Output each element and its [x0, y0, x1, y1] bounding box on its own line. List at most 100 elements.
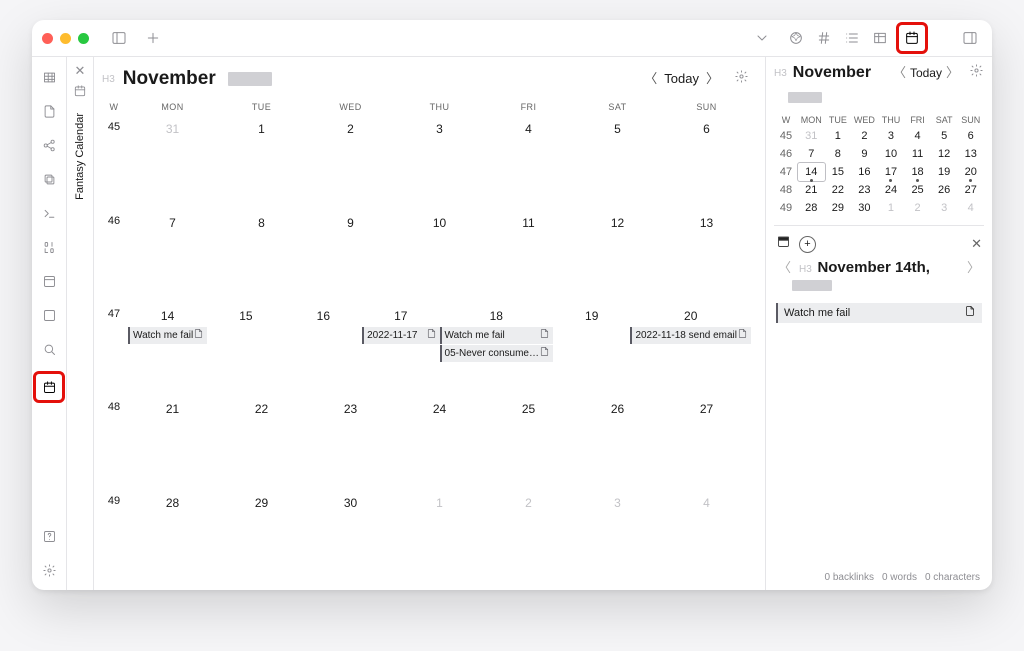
day-cell[interactable]: 19: [553, 303, 630, 395]
mini-day-cell[interactable]: 26: [931, 181, 958, 199]
detail-prev-button[interactable]: 〈: [776, 260, 793, 277]
mini-day-cell[interactable]: 1: [878, 199, 905, 217]
day-cell[interactable]: 11: [484, 210, 573, 302]
rail-file-icon[interactable]: [37, 99, 61, 123]
day-cell[interactable]: 8: [217, 210, 306, 302]
day-cell[interactable]: 22: [217, 396, 306, 488]
day-cell[interactable]: 14Watch me fail: [128, 303, 207, 395]
mini-day-cell[interactable]: 27: [957, 181, 984, 199]
day-cell[interactable]: 2: [484, 490, 573, 582]
close-window-button[interactable]: [42, 33, 53, 44]
next-period-button[interactable]: 〉: [703, 71, 722, 88]
day-cell[interactable]: 3: [573, 490, 662, 582]
mini-day-cell[interactable]: 3: [878, 127, 905, 145]
mini-day-cell[interactable]: 2: [904, 199, 931, 217]
detail-next-button[interactable]: 〉: [965, 260, 982, 277]
mini-day-cell[interactable]: 7: [798, 145, 825, 163]
minimize-window-button[interactable]: [60, 33, 71, 44]
mini-settings-icon[interactable]: [969, 63, 984, 83]
mini-day-cell[interactable]: 11: [904, 145, 931, 163]
day-cell[interactable]: 15: [207, 303, 284, 395]
rail-terminal-icon[interactable]: [37, 201, 61, 225]
day-cell[interactable]: 5: [573, 116, 662, 208]
day-cell[interactable]: 23: [306, 396, 395, 488]
zoom-window-button[interactable]: [78, 33, 89, 44]
day-cell[interactable]: 202022-11-18 send email: [630, 303, 751, 395]
mini-day-cell[interactable]: 14: [798, 163, 825, 181]
day-cell[interactable]: 24: [395, 396, 484, 488]
calendar-event[interactable]: 05-Never consume…: [440, 345, 553, 362]
mini-day-cell[interactable]: 4: [904, 127, 931, 145]
mini-day-cell[interactable]: 29: [825, 199, 852, 217]
mini-day-cell[interactable]: 30: [851, 199, 878, 217]
day-cell[interactable]: 6: [662, 116, 751, 208]
mini-day-cell[interactable]: 8: [825, 145, 852, 163]
sidebar-toggle-icon[interactable]: [107, 26, 131, 50]
mini-day-cell[interactable]: 4: [957, 199, 984, 217]
rail-panel-icon[interactable]: [37, 303, 61, 327]
rail-layout-icon[interactable]: [37, 269, 61, 293]
day-cell[interactable]: 25: [484, 396, 573, 488]
mini-day-cell[interactable]: 12: [931, 145, 958, 163]
mini-day-cell[interactable]: 25: [904, 181, 931, 199]
mini-day-cell[interactable]: 28: [798, 199, 825, 217]
mini-day-cell[interactable]: 13: [957, 145, 984, 163]
mini-prev-button[interactable]: 〈: [893, 65, 906, 82]
day-cell[interactable]: 4: [662, 490, 751, 582]
day-cell[interactable]: 18Watch me fail05-Never consume…: [440, 303, 553, 395]
mini-day-cell[interactable]: 1: [825, 127, 852, 145]
calendar-event[interactable]: Watch me fail: [440, 327, 553, 344]
mini-day-cell[interactable]: 9: [851, 145, 878, 163]
mini-day-cell[interactable]: 3: [931, 199, 958, 217]
mini-day-cell[interactable]: 10: [878, 145, 905, 163]
day-cell[interactable]: 4: [484, 116, 573, 208]
rail-copy-icon[interactable]: [37, 167, 61, 191]
compass-icon[interactable]: [784, 26, 808, 50]
mini-day-cell[interactable]: 22: [825, 181, 852, 199]
day-cell[interactable]: 172022-11-17: [362, 303, 439, 395]
prev-period-button[interactable]: 〈: [641, 71, 660, 88]
rail-binary-icon[interactable]: [37, 235, 61, 259]
day-cell[interactable]: 10: [395, 210, 484, 302]
day-cell[interactable]: 13: [662, 210, 751, 302]
table-icon[interactable]: [868, 26, 892, 50]
rail-settings-icon[interactable]: [37, 558, 61, 582]
list-icon[interactable]: [840, 26, 864, 50]
mini-today-button[interactable]: Today: [910, 66, 942, 82]
dropdown-caret-icon[interactable]: [750, 26, 774, 50]
day-cell[interactable]: 29: [217, 490, 306, 582]
rail-search-icon[interactable]: [37, 337, 61, 361]
collapsed-tab[interactable]: ✕ Fantasy Calendar: [67, 57, 94, 590]
day-cell[interactable]: 2: [306, 116, 395, 208]
calendar-event[interactable]: 2022-11-17: [362, 327, 439, 344]
calendar-event[interactable]: 2022-11-18 send email: [630, 327, 751, 344]
day-cell[interactable]: 26: [573, 396, 662, 488]
rail-calendar-icon[interactable]: [37, 375, 61, 399]
new-tab-button[interactable]: [141, 26, 165, 50]
day-cell[interactable]: 16: [285, 303, 362, 395]
detail-event-item[interactable]: Watch me fail: [776, 303, 982, 323]
day-cell[interactable]: 1: [395, 490, 484, 582]
day-cell[interactable]: 9: [306, 210, 395, 302]
day-cell[interactable]: 21: [128, 396, 217, 488]
calendar-icon[interactable]: [900, 26, 924, 50]
mini-next-button[interactable]: 〉: [946, 65, 959, 82]
mini-day-cell[interactable]: 15: [825, 163, 852, 181]
calendar-settings-icon[interactable]: [734, 69, 749, 89]
mini-day-cell[interactable]: 31: [798, 127, 825, 145]
day-cell[interactable]: 7: [128, 210, 217, 302]
today-button[interactable]: Today: [664, 71, 699, 88]
hash-icon[interactable]: [812, 26, 836, 50]
close-tab-icon[interactable]: ✕: [75, 63, 86, 80]
mini-day-cell[interactable]: 17: [878, 163, 905, 181]
rail-table-icon[interactable]: [37, 65, 61, 89]
calendar-event[interactable]: Watch me fail: [128, 327, 207, 344]
day-cell[interactable]: 28: [128, 490, 217, 582]
day-cell[interactable]: 27: [662, 396, 751, 488]
mini-day-cell[interactable]: 5: [931, 127, 958, 145]
day-cell[interactable]: 30: [306, 490, 395, 582]
mini-day-cell[interactable]: 19: [931, 163, 958, 181]
mini-day-cell[interactable]: 21: [798, 181, 825, 199]
mini-day-cell[interactable]: 18: [904, 163, 931, 181]
right-sidebar-toggle-icon[interactable]: [958, 26, 982, 50]
